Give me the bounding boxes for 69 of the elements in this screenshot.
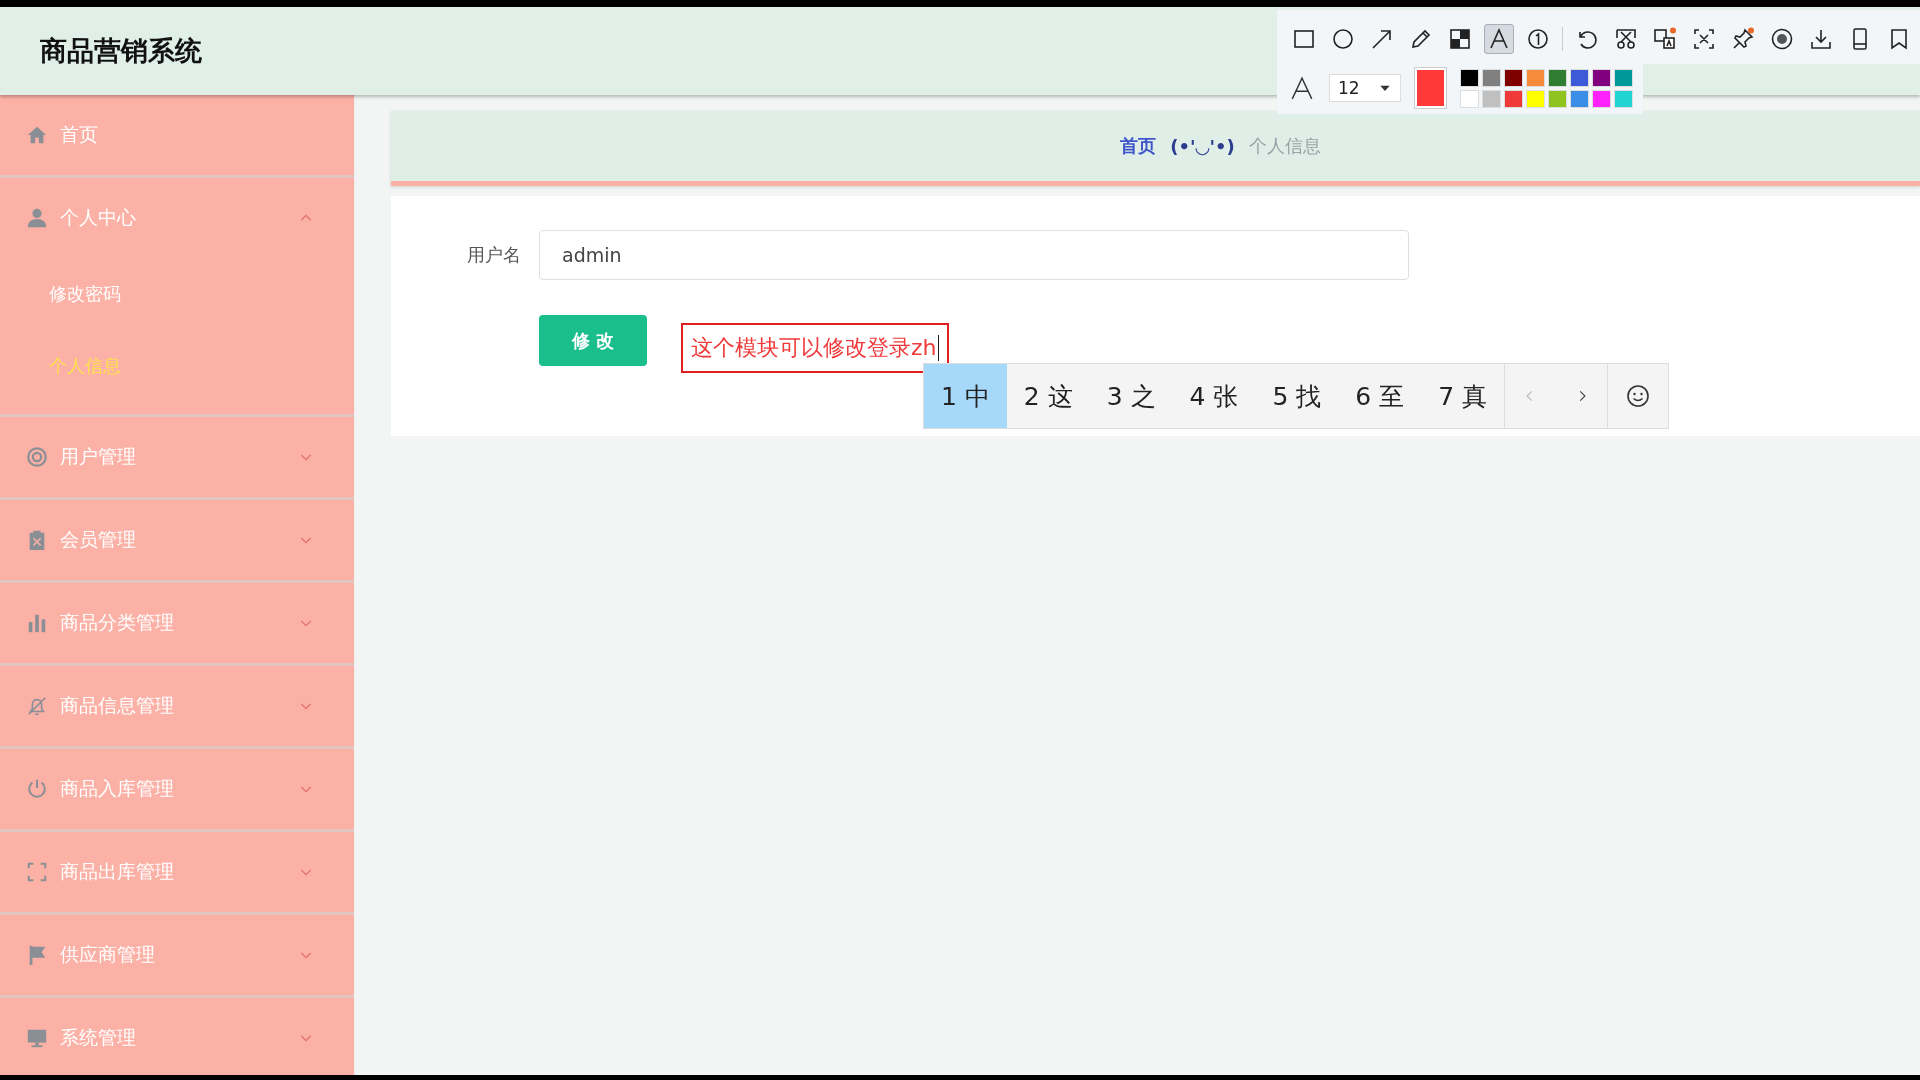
ime-candidate[interactable]: 5 找 [1255,364,1339,428]
frame-corners-icon [26,861,48,883]
bell-off-icon [26,695,48,717]
ime-candidate[interactable]: 3 之 [1089,364,1173,428]
download-icon [1809,27,1833,51]
field-label: 用户名 [466,243,521,267]
breadcrumb-separator: (•'◡'•) [1170,135,1235,157]
toolbar-button[interactable] [1484,24,1514,54]
checkered-square-icon [1448,27,1472,51]
ime-candidate[interactable]: 4 张 [1172,364,1256,428]
color-swatch[interactable] [1570,89,1589,108]
smiley-icon[interactable] [1626,384,1650,408]
sidebar-item[interactable]: 用户管理 [0,417,354,497]
color-swatch[interactable] [1548,89,1567,108]
scissors-icon [1614,27,1638,51]
color-swatch[interactable] [1526,89,1545,108]
scan-text-icon [1692,27,1716,51]
sidebar-item[interactable]: 商品信息管理 [0,666,354,746]
breadcrumb-current: 个人信息 [1248,134,1321,158]
circle-icon [1331,27,1355,51]
numbered-circle-icon [1526,27,1550,51]
username-field[interactable]: admin [539,230,1409,280]
color-swatch[interactable] [1482,68,1501,87]
app-title: 商品营销系统 [40,34,202,68]
font-size-dropdown[interactable]: 12 [1329,74,1401,102]
rectangle-icon [1292,27,1316,51]
color-swatch[interactable] [1482,89,1501,108]
color-swatch[interactable] [1504,89,1523,108]
annotation-text-box[interactable]: 这个模块可以修改登录zh [681,323,949,373]
ime-candidate[interactable]: 6 至 [1338,364,1422,428]
user-icon [26,207,48,229]
sidebar-item[interactable]: 个人中心 [0,178,354,258]
lifebuoy-icon [26,446,48,468]
current-color-swatch[interactable] [1414,68,1446,108]
translate-icon [1653,27,1677,51]
text-tool-icon [1487,27,1511,51]
color-swatch[interactable] [1592,68,1611,87]
color-swatch[interactable] [1592,89,1611,108]
pin-icon [1731,27,1755,51]
power-icon [26,778,48,800]
sidebar-item[interactable]: 系统管理 [0,998,354,1078]
sidebar-item[interactable]: 供应商管理 [0,915,354,995]
color-swatch[interactable] [1570,68,1589,87]
pencil-icon [1409,27,1433,51]
ime-candidate[interactable]: 7 真 [1421,364,1504,428]
sidebar-item[interactable]: 商品出库管理 [0,832,354,912]
color-swatch[interactable] [1526,68,1545,87]
font-size-icon [1289,75,1315,101]
color-swatch[interactable] [1504,68,1523,87]
sidebar-item[interactable]: 首页 [0,95,354,175]
color-swatch[interactable] [1614,68,1633,87]
ime-candidate[interactable]: 1 中 [924,364,1007,428]
sidebar-item[interactable]: 商品入库管理 [0,749,354,829]
submenu-item[interactable]: 修改密码 [0,258,354,330]
edit-button[interactable]: 修 改 [539,315,647,366]
color-swatch[interactable] [1614,89,1633,108]
monitor-icon [26,1027,48,1049]
bar-chart-icon [26,612,48,634]
color-swatch[interactable] [1460,68,1479,87]
home-icon [26,124,48,146]
submenu-item[interactable]: 个人信息 [0,330,354,402]
color-swatch[interactable] [1548,68,1567,87]
breadcrumb-link[interactable]: 首页 [1120,134,1157,158]
sidebar-item[interactable]: 会员管理 [0,500,354,580]
sidebar-item[interactable]: 商品分类管理 [0,583,354,663]
color-swatch[interactable] [1460,89,1479,108]
record-icon [1770,27,1794,51]
arrow-icon [1370,27,1394,51]
ime-candidate[interactable]: 2 这 [1006,364,1090,428]
